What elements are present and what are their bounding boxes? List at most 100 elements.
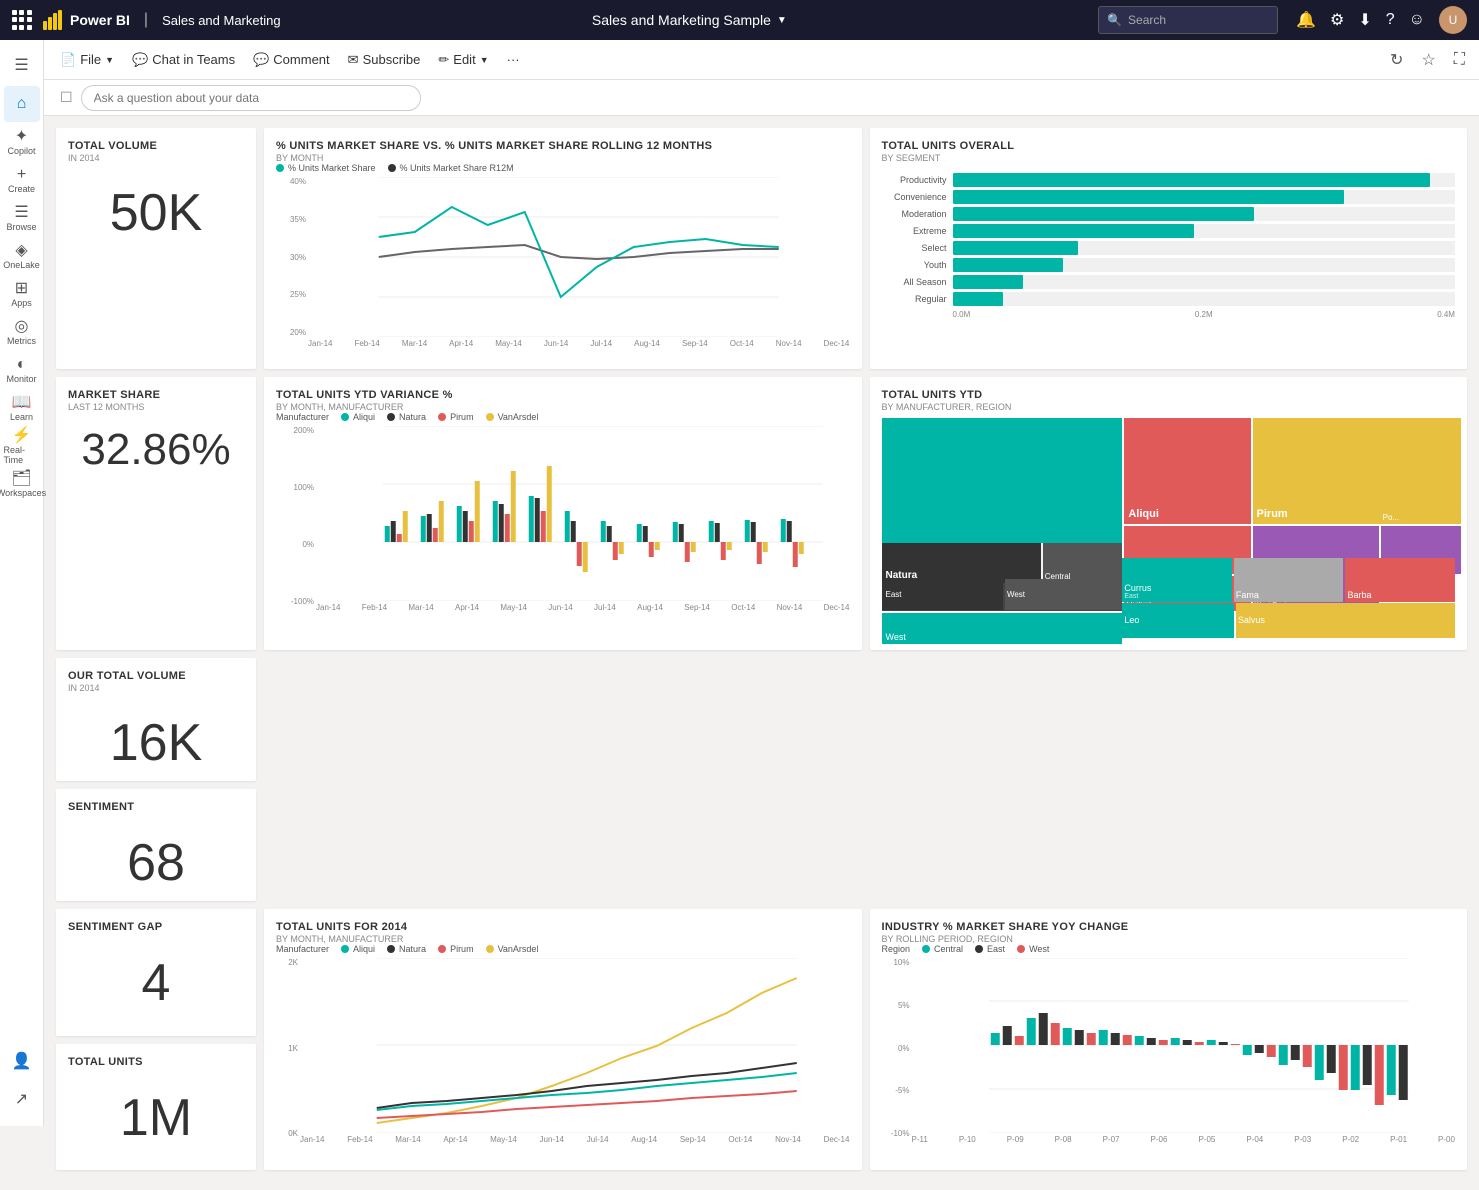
tu2014-y-2k: 2K bbox=[288, 958, 298, 967]
bar-fill-moderation bbox=[953, 207, 1255, 221]
industry-title: Industry % Market Share YOY Change bbox=[882, 921, 1456, 933]
favorite-button[interactable]: ☆ bbox=[1415, 46, 1441, 74]
tu2014-pirum-label: Pirum bbox=[450, 944, 474, 954]
settings-icon[interactable]: ⚙ bbox=[1330, 10, 1344, 30]
industry-legend: Region Central East West bbox=[882, 944, 1456, 954]
left-metrics-col: Market Share LAST 12 MONTHS 32.86% bbox=[56, 377, 256, 650]
refresh-button[interactable]: ↻ bbox=[1384, 46, 1409, 74]
bar-track-regular bbox=[953, 292, 1456, 306]
bar-track-extreme bbox=[953, 224, 1456, 238]
subscribe-button[interactable]: ✉ Subscribe bbox=[340, 48, 429, 72]
chat-label: Chat in Teams bbox=[152, 52, 235, 67]
qa-input[interactable] bbox=[81, 85, 421, 111]
industry-y-0: 0% bbox=[898, 1044, 910, 1053]
industry-region-label: Region bbox=[882, 944, 911, 954]
tu2014-dot-vanarsdel bbox=[486, 945, 494, 953]
sidebar-item-account[interactable]: 👤 bbox=[4, 1044, 40, 1080]
market-share-subtitle: BY MONTH bbox=[276, 153, 850, 163]
legend-natura-dot bbox=[387, 413, 395, 421]
sidebar-item-workspaces[interactable]: 🗂 Workspaces bbox=[4, 466, 40, 502]
xl-mar14: Mar-14 bbox=[402, 339, 427, 348]
sidebar-item-apps[interactable]: ⊞ Apps bbox=[4, 276, 40, 312]
ytd-svg bbox=[316, 426, 890, 601]
y-label-20: 20% bbox=[290, 328, 306, 337]
market-share-svg-container: 40% 35% 30% 25% 20% bbox=[276, 177, 850, 357]
tu2014-y-0k: 0K bbox=[288, 1129, 298, 1138]
help-icon[interactable]: ? bbox=[1386, 11, 1395, 29]
bar-label-convenience: Convenience bbox=[882, 192, 947, 202]
comment-icon: 💬 bbox=[253, 52, 269, 68]
sidebar-label-monitor: Monitor bbox=[6, 374, 36, 384]
xl-feb14: Feb-14 bbox=[354, 339, 379, 348]
our-total-vol-title: Our Total Volume bbox=[68, 670, 244, 682]
sidebar-label-onelake: OneLake bbox=[3, 260, 40, 270]
sidebar-item-home[interactable]: ⌂ bbox=[4, 86, 40, 122]
ytd-mfr-label: Manufacturer bbox=[276, 412, 329, 422]
sidebar-item-browse[interactable]: ☰ Browse bbox=[4, 200, 40, 236]
legend-natura-label: Natura bbox=[399, 412, 426, 422]
treemap-salvus[interactable]: Salvus bbox=[1236, 603, 1455, 638]
y-label-30: 30% bbox=[290, 253, 306, 262]
treemap-natura-central[interactable]: Central bbox=[1043, 543, 1123, 583]
legend-natura: Natura bbox=[387, 412, 426, 422]
legend-pirum-label: Pirum bbox=[450, 412, 474, 422]
treemap-west-bottom[interactable]: West bbox=[1005, 579, 1122, 610]
sidebar-item-create[interactable]: + Create bbox=[4, 162, 40, 198]
sidebar-item-realtime[interactable]: ⚡ Real-Time bbox=[4, 428, 40, 464]
edit-button[interactable]: ✏ Edit ▼ bbox=[430, 48, 496, 72]
emoji-icon[interactable]: ☺ bbox=[1409, 11, 1425, 29]
search-box[interactable]: 🔍 Search bbox=[1098, 6, 1278, 34]
legend-ms-r12m-label: % Units Market Share R12M bbox=[400, 163, 514, 173]
report-title: Sales and Marketing Sample bbox=[592, 12, 771, 28]
fullscreen-button[interactable]: ⛶ bbox=[1448, 47, 1471, 73]
tu2014-title: Total Units for 2014 bbox=[276, 921, 850, 933]
treemap-leo[interactable]: Leo bbox=[1122, 603, 1234, 638]
more-options-button[interactable]: ··· bbox=[499, 48, 528, 71]
subscribe-label: Subscribe bbox=[363, 52, 421, 67]
xl-may14: May-14 bbox=[495, 339, 522, 348]
sentiment-gap-card: Sentiment Gap 4 bbox=[56, 909, 256, 1036]
sidebar-item-copilot[interactable]: ✦ Copilot bbox=[4, 124, 40, 160]
sidebar-collapse-toggle[interactable]: ☰ bbox=[4, 48, 40, 84]
apps-grid-icon[interactable] bbox=[12, 10, 32, 30]
sidebar-item-metrics[interactable]: ◎ Metrics bbox=[4, 314, 40, 350]
sidebar-label-apps: Apps bbox=[11, 298, 32, 308]
sidebar-item-expand[interactable]: ↗ bbox=[4, 1082, 40, 1118]
sidebar-item-monitor[interactable]: ◐ Monitor bbox=[4, 352, 40, 388]
star-icon: ☆ bbox=[1421, 50, 1435, 70]
sidebar-item-onelake[interactable]: ◈ OneLake bbox=[4, 238, 40, 274]
industry-east-label: East bbox=[987, 944, 1005, 954]
sidebar-item-learn[interactable]: 📖 Learn bbox=[4, 390, 40, 426]
bar-track-select bbox=[953, 241, 1456, 255]
treemap-east-bottom[interactable]: East bbox=[882, 579, 1003, 610]
treemap-card: Total Units YTD BY MANUFACTURER, REGION … bbox=[870, 377, 1468, 650]
report-title-area[interactable]: Sales and Marketing Sample ▼ bbox=[592, 12, 787, 28]
legend-pirum: Pirum bbox=[438, 412, 474, 422]
treemap-leo-row: Leo Salvus bbox=[1122, 603, 1455, 638]
treemap-po[interactable]: Po... bbox=[1381, 418, 1461, 524]
bar-fill-regular bbox=[953, 292, 1003, 306]
treemap-va-west[interactable]: West bbox=[882, 613, 1123, 644]
download-icon[interactable]: ⬇ bbox=[1358, 10, 1371, 30]
notifications-icon[interactable]: 🔔 bbox=[1296, 10, 1316, 30]
dashboard-row-1: Total Volume IN 2014 50K % Units Market … bbox=[56, 128, 1467, 369]
browse-icon: ☰ bbox=[14, 205, 28, 221]
treemap-aliqui[interactable]: Aliqui bbox=[1124, 418, 1250, 524]
xl-aug14: Aug-14 bbox=[634, 339, 660, 348]
treemap-currus[interactable]: Currus East bbox=[1122, 558, 1232, 602]
chat-teams-button[interactable]: 💬 Chat in Teams bbox=[124, 48, 243, 72]
user-avatar[interactable]: U bbox=[1439, 6, 1467, 34]
row-2b: Our Total Volume IN 2014 16K Sentiment 6… bbox=[56, 658, 1467, 901]
ytd-y-0: 0% bbox=[302, 540, 314, 549]
comment-button[interactable]: 💬 Comment bbox=[245, 48, 338, 72]
treemap-natura-main[interactable]: Natura bbox=[882, 543, 1043, 583]
treemap-barba[interactable]: Barba bbox=[1345, 558, 1455, 602]
learn-icon: 📖 bbox=[12, 395, 32, 411]
tu2014-x-axis: Jan-14 Feb-14 Mar-14 Apr-14 May-14 Jun-1… bbox=[276, 1135, 850, 1144]
our-total-volume-card: Our Total Volume IN 2014 16K bbox=[56, 658, 256, 781]
file-button[interactable]: 📄 File ▼ bbox=[52, 48, 122, 72]
bar-fill-productivity bbox=[953, 173, 1430, 187]
y-label-35: 35% bbox=[290, 215, 306, 224]
treemap-fama[interactable]: Fama bbox=[1234, 558, 1344, 602]
our-total-vol-subtitle: IN 2014 bbox=[68, 683, 244, 693]
